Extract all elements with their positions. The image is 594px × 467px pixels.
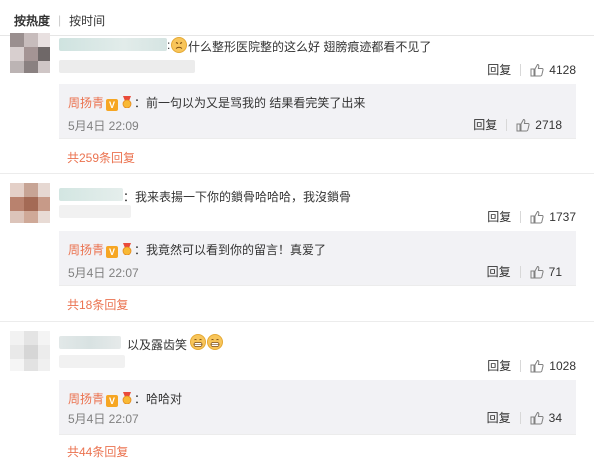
reply-actions: 回复 2718 — [473, 116, 562, 133]
action-divider — [519, 411, 521, 424]
like-count: 1028 — [549, 358, 576, 373]
reply-username[interactable]: 周扬青 — [68, 392, 104, 406]
more-replies-link[interactable]: 共259条回复 — [67, 149, 135, 166]
action-divider — [520, 63, 522, 76]
like-button[interactable]: 1737 — [530, 210, 576, 224]
username-blurred[interactable] — [59, 188, 123, 201]
reply-line: 周扬青 V ：前一句以为又是骂我的 结果看完笑了出来 — [68, 94, 365, 111]
like-button[interactable]: 4128 — [530, 63, 576, 77]
reply-actions: 回复 34 — [487, 409, 562, 426]
reply-text: ：我竟然可以看到你的留言！真爱了 — [134, 243, 327, 257]
like-button[interactable]: 2718 — [516, 118, 562, 132]
comment-actions: 回复 4128 — [487, 61, 576, 78]
reply-button[interactable]: 回复 — [487, 61, 511, 78]
action-divider — [520, 359, 522, 372]
comment-blurred-line — [59, 60, 195, 73]
reply-text: ：前一句以为又是骂我的 结果看完笑了出来 — [134, 96, 366, 110]
action-divider — [519, 265, 521, 278]
like-count: 1737 — [549, 209, 576, 224]
tab-by-time[interactable]: 按时间 — [69, 12, 105, 29]
like-count: 4128 — [549, 62, 576, 77]
comment-text: 以及露齿笑 — [127, 338, 188, 352]
tab-by-hot[interactable]: 按热度 — [14, 12, 50, 29]
verified-badge: V — [106, 99, 119, 111]
grin-emoji-icon — [207, 334, 223, 350]
comment-blurred-line — [59, 205, 131, 218]
reply-divider — [59, 138, 576, 139]
reply-time: 5月4日 22:07 — [68, 412, 139, 426]
medal-icon — [122, 243, 132, 255]
avatar[interactable] — [10, 33, 50, 73]
tab-divider: | — [58, 13, 62, 27]
reply-button[interactable]: 回复 — [487, 357, 511, 374]
comment-divider — [0, 321, 594, 322]
like-button[interactable]: 71 — [530, 265, 562, 279]
comment-actions: 回复 1028 — [487, 357, 576, 374]
like-count: 34 — [548, 410, 562, 425]
thumbs-up-icon — [530, 265, 544, 278]
reply-button[interactable]: 回复 — [487, 409, 511, 426]
comment-divider — [0, 173, 594, 174]
comment-colon: : — [167, 38, 171, 52]
more-replies-link[interactable]: 共18条回复 — [67, 296, 128, 313]
reply-button[interactable]: 回复 — [473, 116, 497, 133]
thumbs-up-icon — [530, 63, 544, 76]
reply-line: 周扬青 V ：我竟然可以看到你的留言！真爱了 — [68, 241, 326, 258]
reply-line: 周扬青 V ：哈哈对 — [68, 390, 182, 407]
reply-divider — [59, 434, 576, 435]
thumbs-up-icon — [530, 411, 544, 424]
like-count: 2718 — [535, 117, 562, 132]
thumbs-up-icon — [530, 359, 544, 372]
sad-emoji-icon — [171, 37, 187, 53]
reply-divider — [59, 285, 576, 286]
reply-text: ：哈哈对 — [134, 392, 183, 406]
verified-badge: V — [106, 395, 119, 407]
medal-icon — [122, 96, 132, 108]
username-blurred[interactable] — [59, 38, 167, 51]
reply-box: 周扬青 V ：我竟然可以看到你的留言！真爱了 5月4日 22:07 回复 71 — [59, 231, 576, 285]
like-button[interactable]: 34 — [530, 411, 562, 425]
reply-username[interactable]: 周扬青 — [68, 96, 104, 110]
action-divider — [520, 210, 522, 223]
like-count: 71 — [548, 264, 562, 279]
medal-icon — [122, 392, 132, 404]
reply-time: 5月4日 22:09 — [68, 119, 139, 133]
grin-emoji-icon — [190, 334, 206, 350]
sort-tabs: 按热度 | 按时间 — [14, 10, 105, 30]
comment-text: ：我来表揚一下你的鎖骨哈哈哈，我沒鎖骨 — [123, 190, 352, 204]
username-blurred[interactable] — [59, 336, 121, 349]
reply-box: 周扬青 V ：前一句以为又是骂我的 结果看完笑了出来 5月4日 22:09 回复 2… — [59, 84, 576, 138]
avatar[interactable] — [10, 331, 50, 371]
verified-badge: V — [106, 246, 119, 258]
thumbs-up-icon — [530, 210, 544, 223]
reply-actions: 回复 71 — [487, 263, 562, 280]
reply-button[interactable]: 回复 — [487, 208, 511, 225]
comment-actions: 回复 1737 — [487, 208, 576, 225]
action-divider — [506, 118, 508, 131]
reply-button[interactable]: 回复 — [487, 263, 511, 280]
like-button[interactable]: 1028 — [530, 359, 576, 373]
reply-username[interactable]: 周扬青 — [68, 243, 104, 257]
comment-blurred-line — [59, 355, 125, 368]
reply-time: 5月4日 22:07 — [68, 266, 139, 280]
more-replies-link[interactable]: 共44条回复 — [67, 443, 128, 460]
avatar[interactable] — [10, 183, 50, 223]
comment-text: 什么整形医院整的这么好 翅膀痕迹都看不见了 — [188, 40, 432, 54]
thumbs-up-icon — [516, 118, 530, 131]
reply-box: 周扬青 V ：哈哈对 5月4日 22:07 回复 34 — [59, 380, 576, 434]
tabs-divider-line — [0, 35, 594, 36]
